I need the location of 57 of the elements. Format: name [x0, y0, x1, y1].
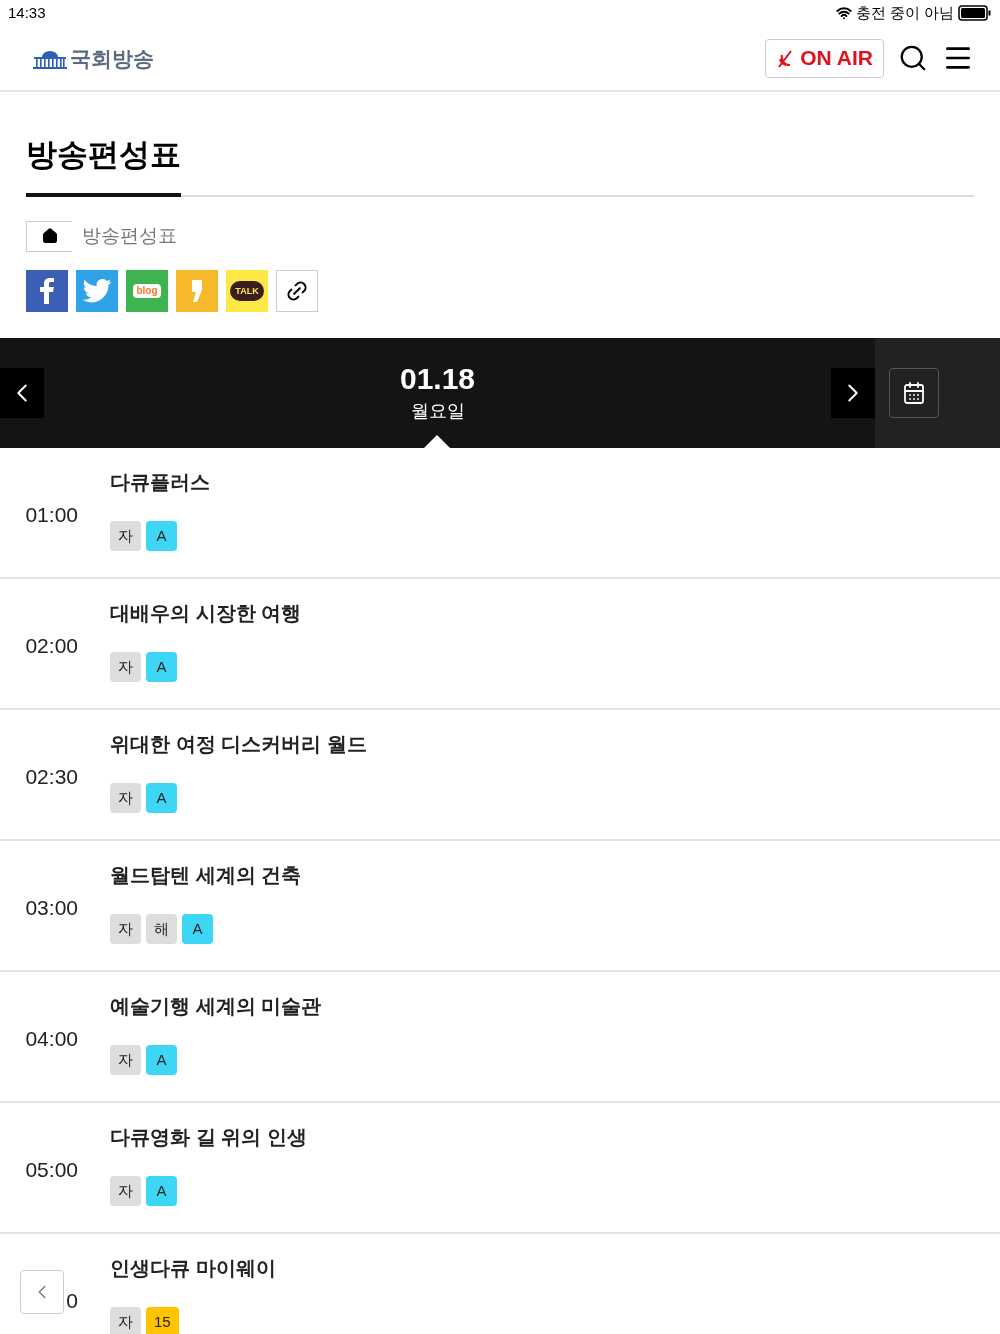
- assembly-building-icon: [32, 48, 68, 69]
- program-time: 01:00: [25, 502, 78, 529]
- calendar-button[interactable]: [889, 367, 939, 418]
- program-title[interactable]: 인생다큐 마이웨이: [110, 1253, 276, 1283]
- program-time: 02:00: [25, 633, 78, 660]
- program-tag: 자: [110, 652, 141, 682]
- link-button[interactable]: [276, 269, 318, 312]
- date-label: 01.18: [399, 361, 476, 398]
- program-tag: 자: [110, 914, 141, 944]
- program-title[interactable]: 예술기행 세계의 미술관: [110, 991, 322, 1021]
- program-title[interactable]: 다큐플러스: [110, 467, 210, 497]
- facebook-button[interactable]: [26, 269, 68, 312]
- bird-icon: [82, 278, 112, 303]
- previous-day-button[interactable]: [0, 367, 44, 418]
- comma-icon: [191, 279, 203, 302]
- page-title: 방송편성표: [26, 132, 181, 197]
- program-title[interactable]: 다큐영화 길 위의 인생: [110, 1122, 307, 1152]
- charging-status: 충전 중이 아님: [855, 2, 954, 23]
- facebook-icon: [40, 277, 54, 304]
- program-time: 05:00: [25, 1157, 78, 1184]
- program-title[interactable]: 월드탑텐 세계의 건축: [110, 860, 302, 890]
- program-time: 02:30: [25, 764, 78, 791]
- program-tag: A: [146, 1176, 177, 1206]
- program-tag: A: [146, 1045, 177, 1075]
- program-tag: 해: [146, 914, 177, 944]
- logo-text: 국회방송: [70, 47, 154, 69]
- program-time: 04:00: [25, 1026, 78, 1053]
- program-tag: 자: [110, 1176, 141, 1206]
- kakaotalk-button[interactable]: TALK: [226, 269, 268, 312]
- program-tag: A: [146, 783, 177, 813]
- battery-icon: [958, 5, 992, 21]
- twitter-button[interactable]: [76, 269, 118, 312]
- wifi-icon: [835, 5, 852, 21]
- program-tag: A: [182, 914, 213, 944]
- weekday-label: 월요일: [410, 399, 465, 423]
- program-title[interactable]: 위대한 여정 디스커버리 월드: [110, 729, 367, 759]
- status-time: 14:33: [8, 2, 46, 23]
- talk-label: TALK: [230, 280, 264, 301]
- blog-label: blog: [133, 283, 161, 298]
- next-day-button[interactable]: [831, 367, 875, 418]
- program-tag: 자: [110, 1307, 141, 1334]
- program-title[interactable]: 대배우의 시장한 여행: [110, 598, 302, 628]
- pointer-icon: [424, 434, 450, 448]
- program-time: 0: [66, 1288, 78, 1315]
- calendar-icon: [902, 380, 926, 405]
- on-air-button[interactable]: ON AIR: [765, 38, 884, 78]
- program-tag: 자: [110, 783, 141, 813]
- home-icon: [41, 228, 58, 244]
- program-tag: A: [146, 652, 177, 682]
- program-tag: A: [146, 521, 177, 551]
- program-tag: 자: [110, 521, 141, 551]
- program-tag: 15: [146, 1307, 179, 1334]
- home-button[interactable]: [26, 220, 72, 252]
- search-icon[interactable]: [898, 43, 928, 73]
- program-time: 03:00: [25, 895, 78, 922]
- breadcrumb-item[interactable]: 방송편성표: [82, 221, 177, 251]
- program-tag: 자: [110, 1045, 141, 1075]
